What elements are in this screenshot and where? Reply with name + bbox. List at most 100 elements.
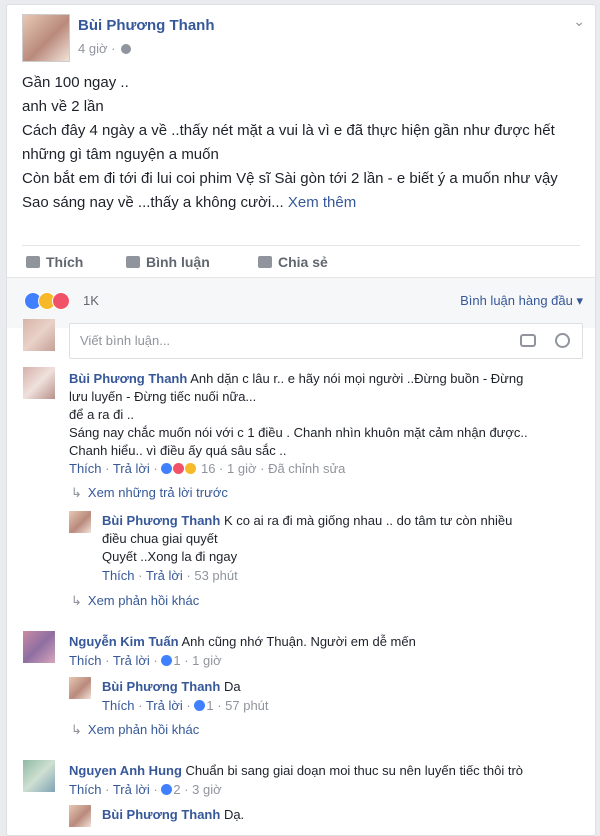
commenter-avatar[interactable] bbox=[23, 760, 55, 792]
comment-line: Chanh hiểu.. vì điều ấy quá sâu sắc .. bbox=[69, 443, 287, 458]
comment-sort-dropdown[interactable]: Bình luận hàng đầu ▾ bbox=[460, 293, 583, 309]
comment-text: Nguyễn Kim Tuấn Anh cũng nhớ Thuận. Ngườ… bbox=[69, 633, 569, 651]
sad-reaction-icon bbox=[185, 463, 197, 474]
emoji-icon[interactable] bbox=[555, 333, 570, 348]
post-card: Bùi Phương Thanh 4 giờ · ⌄ Gần 100 ngay … bbox=[6, 4, 596, 836]
comment-like-link[interactable]: Thích bbox=[69, 461, 102, 476]
see-more-link[interactable]: Xem thêm bbox=[288, 194, 356, 211]
share-label: Chia sẻ bbox=[278, 254, 328, 270]
post-line: Sao sáng nay về ...thấy a không cười... … bbox=[22, 191, 582, 215]
reply-like-link[interactable]: Thích bbox=[102, 568, 135, 583]
more-replies-link[interactable]: ↳ Xem phản hồi khác bbox=[71, 722, 199, 738]
reply-line-text: Dạ. bbox=[223, 807, 245, 822]
reply-avatar[interactable] bbox=[69, 677, 91, 699]
more-replies-label: Xem phản hồi khác bbox=[87, 593, 200, 608]
comment-text: Bùi Phương Thanh Anh dặn c lâu r.. e hãy… bbox=[69, 370, 569, 460]
previous-replies-link[interactable]: ↳ Xem những trả lời trước bbox=[71, 485, 228, 501]
globe-icon bbox=[121, 44, 132, 54]
comment-text: Nguyen Anh Hung Chuẩn bi sang giai doạn … bbox=[69, 762, 579, 780]
sort-label: Bình luận hàng đầu bbox=[460, 293, 573, 308]
commenter-avatar[interactable] bbox=[23, 631, 55, 663]
reply-line: Bùi Phương Thanh K co ai ra đi mà giống … bbox=[102, 512, 562, 530]
reactions-bar: 1K Bình luận hàng đầu ▾ bbox=[7, 277, 595, 328]
reply-footer: Thích · Trả lời · 1 · 57 phút bbox=[102, 698, 269, 713]
comment-line: Sáng nay chắc muốn nói với c 1 điều . Ch… bbox=[69, 425, 528, 440]
comment-line-text: Anh cũng nhớ Thuận. Người em dễ mến bbox=[181, 634, 416, 649]
comment-reply-link[interactable]: Trả lời bbox=[113, 782, 150, 797]
post-line: Cách đây 4 ngày a về ..thấy nét mặt a vu… bbox=[22, 122, 555, 163]
comment-react-count[interactable]: 16 bbox=[201, 461, 215, 476]
reply-like-link[interactable]: Thích bbox=[102, 698, 135, 713]
reply-arrow-icon: ↳ bbox=[71, 485, 82, 500]
comment-time[interactable]: 1 giờ bbox=[192, 653, 222, 668]
reply-author[interactable]: Bùi Phương Thanh bbox=[102, 513, 220, 528]
comment-like-link[interactable]: Thích bbox=[69, 653, 102, 668]
reply-arrow-icon: ↳ bbox=[71, 722, 82, 737]
comment-button[interactable]: Bình luận bbox=[126, 254, 210, 270]
reply-avatar[interactable] bbox=[69, 805, 91, 827]
commenter-avatar[interactable] bbox=[23, 367, 55, 399]
comment-line: để a ra đi .. bbox=[69, 407, 135, 422]
reply-time[interactable]: 57 phút bbox=[225, 698, 268, 713]
post-line: anh về 2 lần bbox=[22, 98, 104, 115]
comment-line-text: Chuẩn bi sang giai doạn moi thuc su nên … bbox=[185, 763, 524, 778]
thumbs-up-icon bbox=[26, 256, 40, 268]
reply-text: Bùi Phương Thanh Dạ. bbox=[102, 806, 244, 824]
reply-line-text: K co ai ra đi mà giống nhau .. do tâm tư… bbox=[223, 513, 513, 528]
share-icon bbox=[258, 256, 272, 268]
like-label: Thích bbox=[46, 254, 84, 270]
comment-line: Bùi Phương Thanh Anh dặn c lâu r.. e hãy… bbox=[69, 370, 569, 388]
comment-like-link[interactable]: Thích bbox=[69, 782, 102, 797]
like-reaction-icon bbox=[161, 463, 173, 474]
reaction-count[interactable]: 1K bbox=[83, 293, 99, 308]
reply-text: Bùi Phương Thanh K co ai ra đi mà giống … bbox=[102, 512, 562, 566]
post-author[interactable]: Bùi Phương Thanh bbox=[78, 17, 215, 34]
comment-time[interactable]: 3 giờ bbox=[192, 782, 222, 797]
like-button[interactable]: Thích bbox=[26, 254, 83, 270]
share-button[interactable]: Chia sẻ bbox=[258, 254, 328, 270]
reply-time[interactable]: 53 phút bbox=[194, 568, 237, 583]
comment-reply-link[interactable]: Trả lời bbox=[113, 461, 150, 476]
reply-author[interactable]: Bùi Phương Thanh bbox=[102, 807, 220, 822]
comment-footer: Thích · Trả lời · 1 · 1 giờ bbox=[69, 653, 222, 668]
comment-label: Bình luận bbox=[146, 254, 210, 270]
post-text: Gần 100 ngay .. anh về 2 lần Cách đây 4 … bbox=[22, 71, 582, 215]
comment-footer: Thích · Trả lời · 16 · 1 giờ · Đã chỉnh … bbox=[69, 461, 346, 476]
like-reaction-icon bbox=[161, 655, 173, 666]
comment-line-text: Anh dặn c lâu r.. e hãy nói mọi người ..… bbox=[190, 371, 524, 386]
edited-label[interactable]: Đã chỉnh sửa bbox=[268, 461, 345, 476]
camera-icon[interactable] bbox=[520, 334, 536, 347]
reply-react-count[interactable]: 1 bbox=[206, 698, 213, 713]
love-reaction-icon[interactable] bbox=[52, 292, 70, 310]
post-line: Gần 100 ngay .. bbox=[22, 74, 129, 91]
love-reaction-icon bbox=[173, 463, 185, 474]
current-user-avatar bbox=[23, 319, 55, 351]
reply-line: điều chua giai quyết bbox=[102, 531, 218, 546]
reply-author[interactable]: Bùi Phương Thanh bbox=[102, 679, 220, 694]
comment-author[interactable]: Nguyen Anh Hung bbox=[69, 763, 182, 778]
reply-footer: Thích · Trả lời · 53 phút bbox=[102, 568, 238, 583]
comment-icon bbox=[126, 256, 140, 268]
reply-text: Bùi Phương Thanh Da bbox=[102, 678, 241, 696]
chevron-down-icon[interactable]: ⌄ bbox=[573, 13, 585, 30]
reply-line: Quyết ..Xong la đi ngay bbox=[102, 549, 238, 564]
more-replies-link[interactable]: ↳ Xem phản hồi khác bbox=[71, 593, 199, 609]
comment-react-count[interactable]: 2 bbox=[173, 782, 180, 797]
comment-time[interactable]: 1 giờ bbox=[227, 461, 257, 476]
comment-author[interactable]: Nguyễn Kim Tuấn bbox=[69, 634, 179, 649]
comment-author[interactable]: Bùi Phương Thanh bbox=[69, 371, 187, 386]
reply-avatar[interactable] bbox=[69, 511, 91, 533]
like-reaction-icon bbox=[194, 700, 206, 711]
reply-arrow-icon: ↳ bbox=[71, 593, 82, 608]
author-avatar[interactable] bbox=[22, 14, 70, 62]
like-reaction-icon bbox=[161, 784, 173, 795]
comment-line: lưu luyến - Đừng tiếc nuối nữa... bbox=[69, 389, 257, 404]
comment-react-count[interactable]: 1 bbox=[173, 653, 180, 668]
previous-replies-label: Xem những trả lời trước bbox=[87, 485, 228, 500]
comment-input[interactable]: Viết bình luận... bbox=[69, 323, 583, 359]
reply-reply-link[interactable]: Trả lời bbox=[146, 568, 183, 583]
post-time[interactable]: 4 giờ bbox=[78, 41, 108, 56]
reply-reply-link[interactable]: Trả lời bbox=[146, 698, 183, 713]
reply-line-text: Da bbox=[223, 679, 241, 694]
comment-reply-link[interactable]: Trả lời bbox=[113, 653, 150, 668]
